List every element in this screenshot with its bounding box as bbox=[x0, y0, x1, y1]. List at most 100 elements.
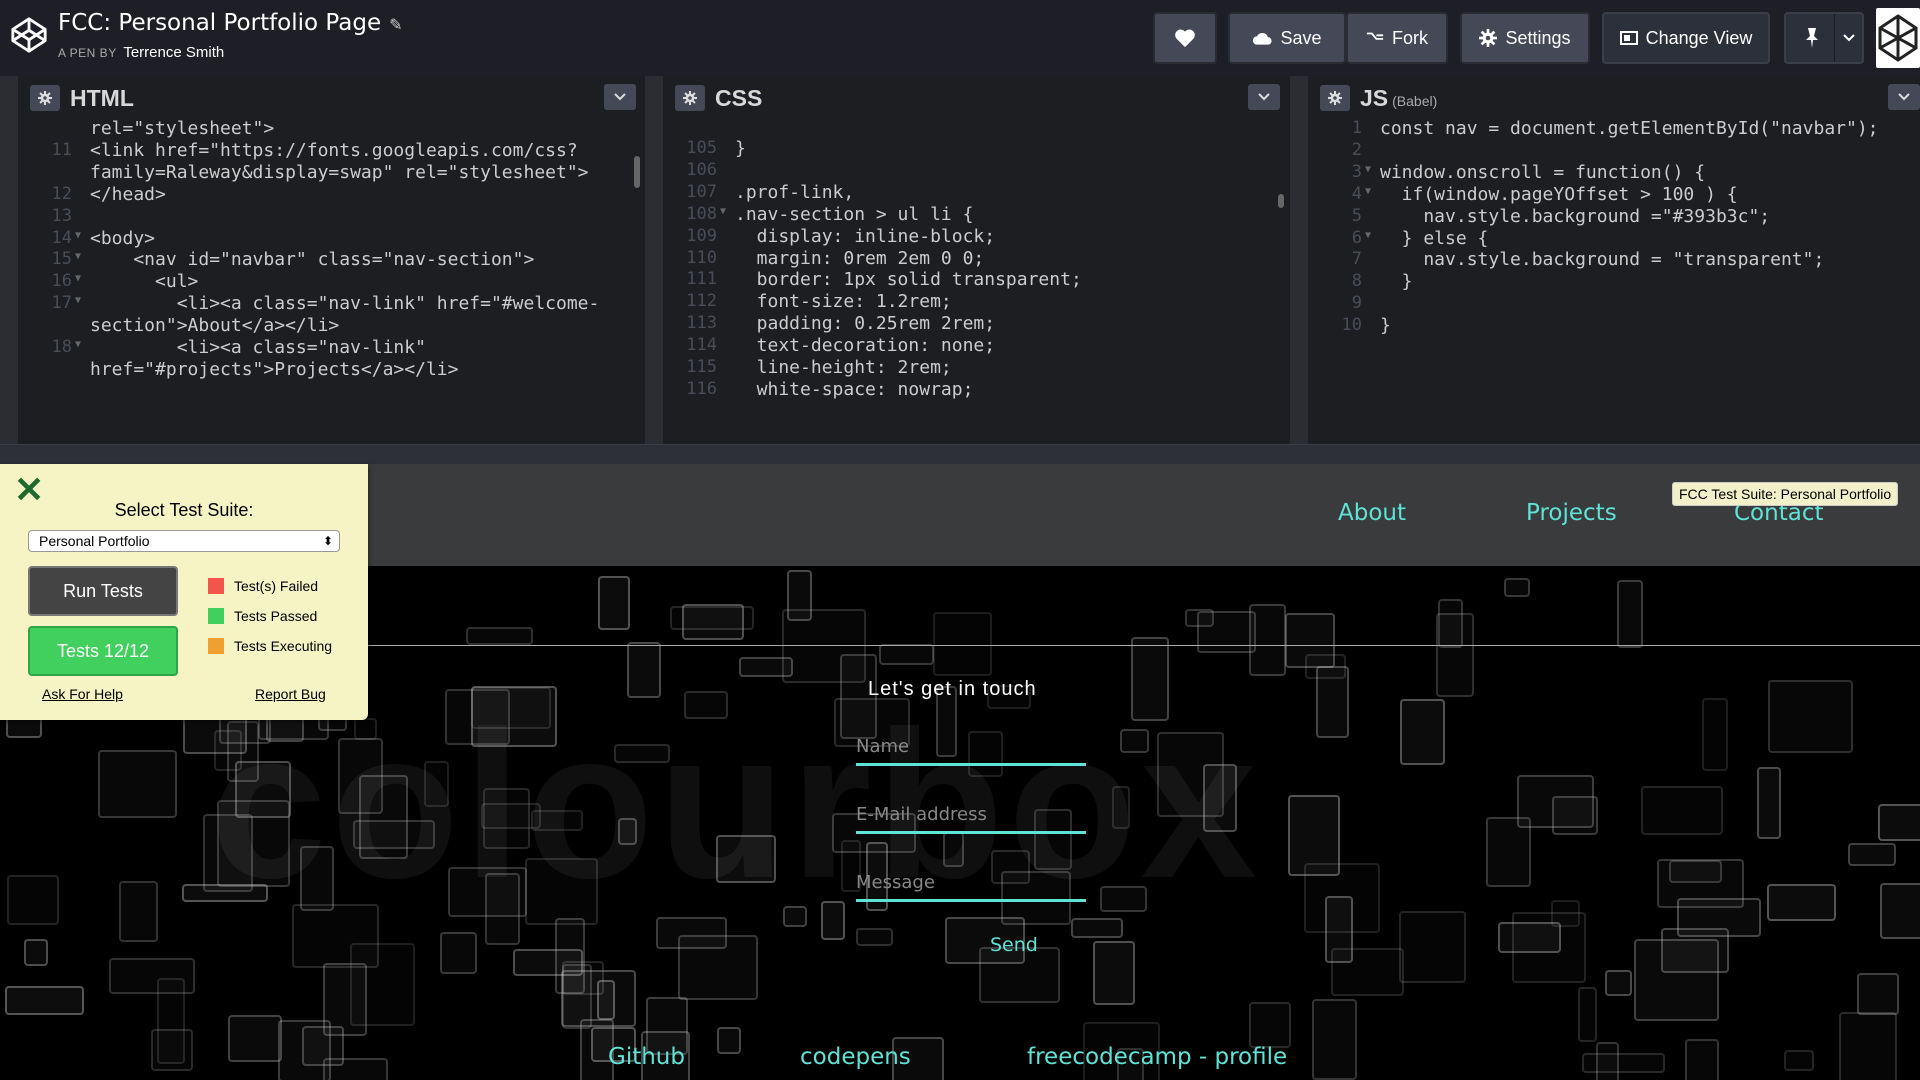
fold-arrow-icon[interactable]: ▼ bbox=[720, 206, 726, 217]
by-label: A PEN BY bbox=[58, 46, 117, 60]
pane-resizer[interactable] bbox=[645, 76, 663, 444]
pin-button[interactable] bbox=[1784, 12, 1864, 64]
fold-arrow-icon[interactable]: ▼ bbox=[1365, 186, 1371, 197]
code-text: line-height: 2rem; bbox=[735, 357, 952, 378]
html-settings-button[interactable] bbox=[30, 85, 60, 111]
chevron-down-icon bbox=[614, 93, 626, 101]
background-tile bbox=[119, 881, 158, 942]
test-suite-tag: FCC Test Suite: Personal Portfolio bbox=[1672, 482, 1899, 506]
fold-arrow-icon[interactable]: ▼ bbox=[75, 230, 81, 241]
pen-title[interactable]: FCC: Personal Portfolio Page ✎ bbox=[58, 10, 403, 36]
legend-failed: Test(s) Failed bbox=[208, 578, 318, 594]
message-input[interactable] bbox=[856, 866, 1086, 899]
github-link[interactable]: Github bbox=[608, 1044, 685, 1070]
background-tile bbox=[98, 750, 177, 818]
html-editor[interactable]: HTML rel="stylesheet"> 11 <link href="http… bbox=[20, 76, 640, 442]
html-scrollbar[interactable] bbox=[634, 156, 640, 188]
fork-icon bbox=[1366, 32, 1384, 40]
background-tile bbox=[350, 943, 415, 1026]
codepen-header: FCC: Personal Portfolio Page ✎ A PEN BY T… bbox=[0, 0, 1920, 76]
love-button[interactable] bbox=[1153, 12, 1217, 64]
fold-arrow-icon[interactable]: ▼ bbox=[75, 251, 81, 262]
line-number: 17 bbox=[51, 293, 72, 314]
fold-arrow-icon[interactable]: ▼ bbox=[75, 339, 81, 350]
js-editor-header: JS (Babel) bbox=[1310, 76, 1920, 120]
css-scrollbar[interactable] bbox=[1278, 194, 1284, 208]
author-link[interactable]: Terrence Smith bbox=[123, 44, 224, 61]
code-text: .nav-section > ul li { bbox=[735, 203, 974, 225]
js-collapse-button[interactable] bbox=[1888, 84, 1920, 110]
avatar-image bbox=[1878, 14, 1918, 62]
code-text: nav.style.background ="#393b3c"; bbox=[1380, 205, 1771, 227]
css-editor[interactable]: CSS 105} 106 107 .prof-link, 108 ▼ .nav-sectio… bbox=[665, 76, 1290, 442]
name-input[interactable] bbox=[856, 730, 1086, 763]
css-settings-button[interactable] bbox=[675, 85, 705, 111]
change-view-label: Change View bbox=[1645, 27, 1753, 48]
pane-resizer[interactable] bbox=[1290, 76, 1308, 444]
background-tile bbox=[1504, 578, 1530, 597]
code-text: text-decoration: none; bbox=[735, 335, 996, 357]
nav-link-about[interactable]: About bbox=[1338, 500, 1406, 526]
line-number: 110 bbox=[686, 247, 717, 268]
code-text: border: 1px solid transparent; bbox=[735, 269, 1082, 291]
send-button[interactable]: Send bbox=[990, 934, 1038, 956]
background-tile bbox=[1197, 611, 1256, 653]
background-tile bbox=[1685, 1039, 1719, 1080]
js-editor[interactable]: JS (Babel) 1 const nav = document.getEleme… bbox=[1310, 76, 1920, 442]
fold-arrow-icon[interactable]: ▼ bbox=[75, 295, 81, 306]
chevron-down-icon[interactable] bbox=[1842, 28, 1856, 48]
report-bug-link[interactable]: Report Bug bbox=[255, 686, 326, 702]
html-code[interactable]: rel="stylesheet"> 11 <link href="https://f… bbox=[20, 116, 640, 442]
code-text: <li><a class="nav-link" href="#welcome- bbox=[90, 293, 600, 315]
html-collapse-button[interactable] bbox=[604, 84, 636, 110]
change-view-button[interactable]: Change View bbox=[1602, 12, 1770, 64]
codepens-link[interactable]: codepens bbox=[800, 1044, 911, 1070]
settings-button[interactable]: Settings bbox=[1460, 12, 1590, 64]
line-number: 3 bbox=[1351, 161, 1362, 182]
passed-swatch bbox=[208, 608, 224, 624]
preview-resizer[interactable] bbox=[0, 444, 1920, 464]
ask-help-link[interactable]: Ask For Help bbox=[42, 686, 123, 702]
save-button[interactable]: Save bbox=[1228, 12, 1346, 64]
line-number: 5 bbox=[1351, 205, 1362, 226]
run-tests-button[interactable]: Run Tests bbox=[28, 566, 178, 616]
line-number: 7 bbox=[1351, 249, 1362, 270]
nav-link-projects[interactable]: Projects bbox=[1526, 500, 1617, 526]
fold-arrow-icon[interactable]: ▼ bbox=[1365, 164, 1371, 175]
code-text: window.onscroll = function() { bbox=[1380, 161, 1706, 183]
test-suite-select[interactable]: Personal Portfolio ⬍ bbox=[28, 530, 340, 552]
email-field[interactable] bbox=[856, 798, 1086, 834]
css-editor-header: CSS bbox=[665, 76, 1290, 120]
tests-status-button[interactable]: Tests 12/12 bbox=[28, 626, 178, 676]
fold-arrow-icon[interactable]: ▼ bbox=[75, 273, 81, 284]
email-input[interactable] bbox=[856, 798, 1086, 831]
html-editor-header: HTML bbox=[20, 76, 640, 120]
user-avatar[interactable] bbox=[1876, 8, 1920, 68]
fold-arrow-icon[interactable]: ▼ bbox=[1365, 230, 1371, 241]
js-code[interactable]: 1 const nav = document.getElementById("na… bbox=[1310, 116, 1920, 442]
pane-gutter[interactable] bbox=[0, 76, 18, 444]
line-number: 11 bbox=[51, 139, 72, 160]
codepen-logo-icon[interactable] bbox=[10, 16, 48, 54]
editor-panes: HTML rel="stylesheet"> 11 <link href="http… bbox=[0, 76, 1920, 444]
line-number: 9 bbox=[1351, 293, 1362, 314]
fork-button[interactable]: Fork bbox=[1346, 12, 1448, 64]
message-field[interactable] bbox=[856, 866, 1086, 902]
css-code[interactable]: 105} 106 107 .prof-link, 108 ▼ .nav-section > … bbox=[665, 116, 1290, 442]
background-tile bbox=[1436, 613, 1474, 697]
name-field[interactable] bbox=[856, 730, 1086, 766]
line-number: 13 bbox=[51, 205, 72, 226]
css-label: CSS bbox=[715, 84, 763, 111]
pencil-icon[interactable]: ✎ bbox=[389, 15, 402, 34]
background-tile bbox=[1767, 884, 1836, 921]
legend-executing: Tests Executing bbox=[208, 638, 332, 654]
save-label: Save bbox=[1280, 27, 1322, 48]
line-number: 8 bbox=[1351, 271, 1362, 292]
js-settings-button[interactable] bbox=[1320, 85, 1350, 111]
code-text: } bbox=[1380, 271, 1413, 293]
fcc-profile-link[interactable]: freecodecamp - profile bbox=[1027, 1044, 1287, 1070]
legend-executing-label: Tests Executing bbox=[234, 638, 333, 654]
executing-swatch bbox=[208, 638, 224, 654]
css-collapse-button[interactable] bbox=[1248, 84, 1280, 110]
background-tile bbox=[933, 612, 992, 676]
